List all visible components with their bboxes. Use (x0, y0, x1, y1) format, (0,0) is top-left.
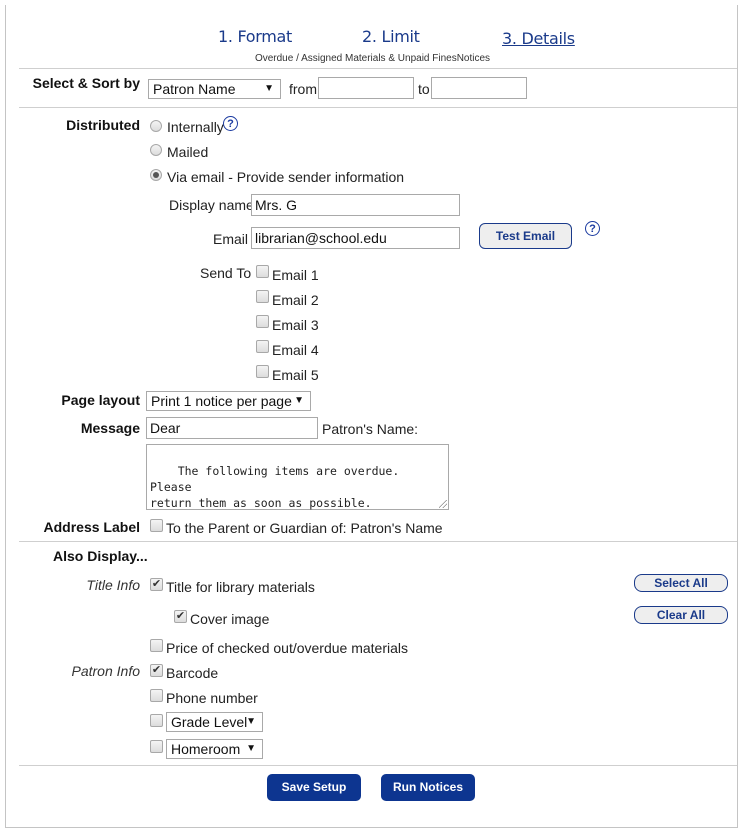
checkbox-email-2[interactable] (256, 290, 269, 303)
tab-limit[interactable]: 2. Limit (362, 27, 420, 46)
select-sort-label: Select & Sort by (32, 75, 140, 91)
resize-handle-icon[interactable] (439, 500, 447, 508)
mailed-label: Mailed (167, 144, 209, 160)
email-2-label: Email 2 (272, 292, 319, 308)
checkbox-grade-level[interactable] (150, 714, 163, 727)
email-1-label: Email 1 (272, 267, 319, 283)
report-subtitle: Overdue / Assigned Materials & Unpaid Fi… (254, 53, 491, 64)
divider (19, 107, 737, 108)
divider (19, 541, 737, 542)
message-label: Message (80, 420, 140, 436)
help-icon[interactable]: ? (223, 116, 238, 131)
checkbox-price[interactable] (150, 639, 163, 652)
send-to-label: Send To (200, 265, 252, 281)
distributed-label: Distributed (66, 117, 140, 133)
radio-via-email[interactable] (150, 169, 162, 181)
test-email-button[interactable]: Test Email (479, 223, 572, 249)
email-input[interactable]: librarian@school.edu (251, 227, 460, 249)
radio-mailed[interactable] (150, 144, 162, 156)
checkbox-email-4[interactable] (256, 340, 269, 353)
patron-info-label: Patron Info (71, 663, 141, 679)
select-all-button[interactable]: Select All (634, 574, 728, 592)
checkbox-email-1[interactable] (256, 265, 269, 278)
address-label-label: Address Label (43, 519, 140, 535)
checkbox-email-5[interactable] (256, 365, 269, 378)
from-input[interactable] (318, 77, 414, 99)
checkbox-homeroom[interactable] (150, 740, 163, 753)
checkbox-title[interactable]: ✔ (150, 578, 163, 591)
title-info-label: Title Info (86, 577, 140, 593)
tab-details[interactable]: 3. Details (502, 29, 575, 48)
run-notices-button[interactable]: Run Notices (381, 774, 475, 801)
page-layout-label: Page layout (61, 392, 140, 408)
chevron-down-icon: ▼ (264, 83, 274, 94)
sort-by-value: Patron Name (153, 81, 236, 97)
address-label-option: To the Parent or Guardian of: Patron's N… (166, 520, 443, 536)
message-body-text: The following items are overdue. Please … (150, 464, 400, 510)
chevron-down-icon: ▼ (294, 395, 304, 406)
phone-label: Phone number (166, 690, 258, 706)
divider (19, 765, 737, 766)
also-display-heading: Also Display... (53, 548, 148, 564)
clear-all-button[interactable]: Clear All (634, 606, 728, 624)
internally-label: Internally (167, 119, 224, 135)
title-option-label: Title for library materials (166, 579, 315, 595)
email-3-label: Email 3 (272, 317, 319, 333)
checkbox-cover-image[interactable]: ✔ (174, 610, 187, 623)
price-label: Price of checked out/overdue materials (166, 640, 409, 656)
to-label: to (418, 81, 430, 97)
from-label: from (289, 81, 317, 97)
email-label: Email (213, 231, 249, 247)
help-icon[interactable]: ? (585, 221, 600, 236)
cover-image-label: Cover image (190, 611, 270, 627)
divider (19, 68, 737, 69)
to-input[interactable] (431, 77, 527, 99)
email-4-label: Email 4 (272, 342, 319, 358)
barcode-label: Barcode (166, 665, 219, 681)
homeroom-value: Homeroom (171, 741, 241, 757)
patron-name-suffix: Patron's Name: (322, 421, 419, 437)
greeting-input[interactable]: Dear (146, 417, 318, 439)
save-setup-button[interactable]: Save Setup (267, 774, 361, 801)
page-layout-select[interactable]: Print 1 notice per page ▼ (146, 391, 311, 411)
grade-level-select[interactable]: Grade Level ▼ (166, 712, 263, 732)
checkbox-email-3[interactable] (256, 315, 269, 328)
notice-setup-panel: 1. Format 2. Limit 3. Details Overdue / … (5, 5, 738, 828)
chevron-down-icon: ▼ (246, 716, 256, 727)
grade-level-value: Grade Level (171, 714, 248, 730)
display-name-label: Display name (169, 197, 254, 213)
tab-format[interactable]: 1. Format (218, 27, 292, 46)
checkbox-address-label[interactable] (150, 519, 163, 532)
radio-internally[interactable] (150, 120, 162, 132)
display-name-input[interactable]: Mrs. G (251, 194, 460, 216)
email-5-label: Email 5 (272, 367, 319, 383)
via-email-label: Via email - Provide sender information (167, 169, 405, 185)
checkbox-phone[interactable] (150, 689, 163, 702)
chevron-down-icon: ▼ (246, 743, 256, 754)
checkbox-barcode[interactable]: ✔ (150, 664, 163, 677)
homeroom-select[interactable]: Homeroom ▼ (166, 739, 263, 759)
page-layout-value: Print 1 notice per page (151, 393, 292, 409)
message-body-textarea[interactable]: The following items are overdue. Please … (146, 444, 449, 510)
sort-by-select[interactable]: Patron Name ▼ (148, 79, 281, 99)
